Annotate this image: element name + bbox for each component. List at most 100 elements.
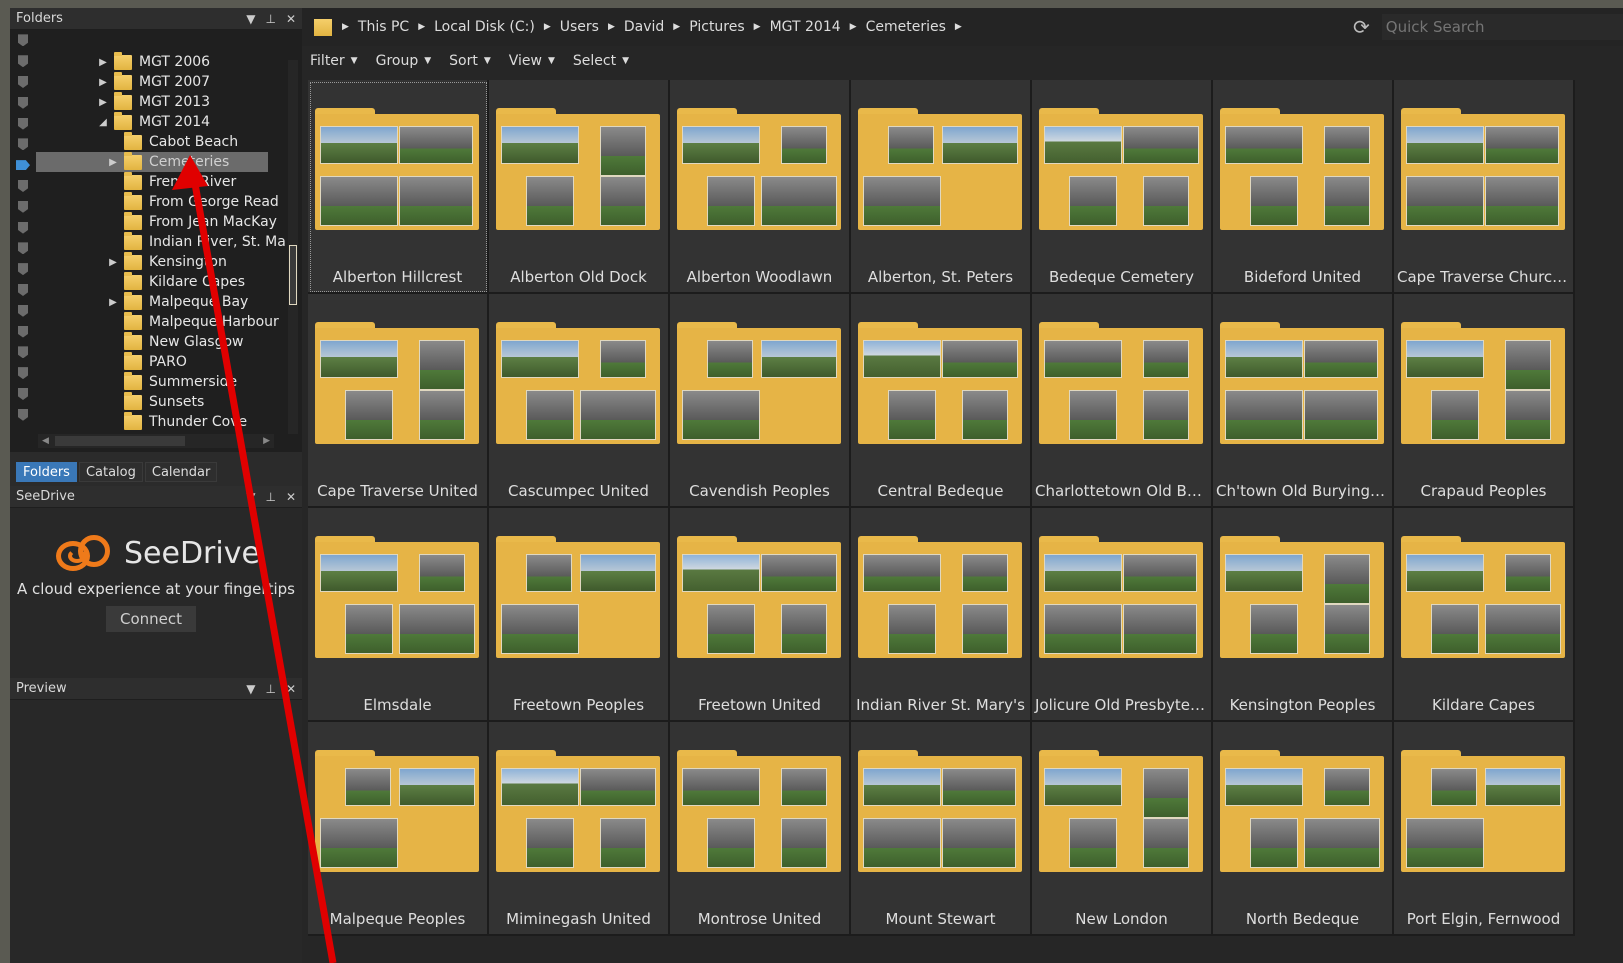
tree-item-mgt-2007[interactable]: ▶ MGT 2007 <box>98 71 210 92</box>
connect-button[interactable]: Connect <box>106 606 196 632</box>
folder-thumbnail[interactable]: Jolicure Old Presbyterian <box>1032 508 1213 722</box>
folder-thumbnail[interactable]: Port Elgin, Fernwood <box>1394 722 1575 936</box>
tag-flag-icon[interactable] <box>10 113 36 134</box>
tree-item-mgt-2014[interactable]: ◢ MGT 2014 <box>98 111 210 132</box>
folder-thumbnail[interactable]: Alberton Old Dock <box>489 80 670 294</box>
expand-arrow-icon[interactable]: ▶ <box>108 297 118 308</box>
tab-folders[interactable]: Folders <box>16 462 77 482</box>
tag-flag-icon[interactable] <box>10 134 36 155</box>
folder-thumbnail[interactable]: North Bedeque <box>1213 722 1394 936</box>
pin-icon[interactable]: ⊥ <box>265 490 275 504</box>
folder-thumbnail[interactable]: Alberton Hillcrest <box>308 80 489 294</box>
tag-flag-icon[interactable] <box>10 280 36 301</box>
filter-button[interactable]: Filter ▼ <box>310 53 358 69</box>
breadcrumb-arrow-icon[interactable]: ▶ <box>342 22 349 32</box>
tree-item-cabot-beach[interactable]: Cabot Beach <box>108 131 238 152</box>
folder-thumbnail[interactable]: Freetown United <box>670 508 851 722</box>
tag-flag-icon[interactable] <box>10 384 36 405</box>
tag-flag-icon[interactable] <box>10 176 36 197</box>
expand-arrow-icon[interactable]: ▶ <box>108 157 118 168</box>
breadcrumb-arrow-icon[interactable]: ▶ <box>544 22 551 32</box>
tree-item-new-glasgow[interactable]: New Glasgow <box>108 331 244 352</box>
tree-item-french-river[interactable]: French River <box>108 171 236 192</box>
tag-flag-icon[interactable] <box>10 92 36 113</box>
scroll-left-icon[interactable]: ◀ <box>42 436 49 446</box>
folder-thumbnail[interactable]: Ch'town Old Burying Gro... <box>1213 294 1394 508</box>
panel-menu-icon[interactable]: ▼ <box>246 12 255 26</box>
folder-thumbnail[interactable]: Alberton Woodlawn <box>670 80 851 294</box>
sort-button[interactable]: Sort ▼ <box>449 53 491 69</box>
tag-flag-icon[interactable] <box>10 238 36 259</box>
folder-thumbnail[interactable]: Kildare Capes <box>1394 508 1575 722</box>
tree-item-thunder-cove[interactable]: Thunder Cove <box>108 411 247 432</box>
close-icon[interactable]: ✕ <box>286 490 296 504</box>
tag-flag-icon[interactable] <box>10 300 36 321</box>
tree-item-mgt-2013[interactable]: ▶ MGT 2013 <box>98 91 210 112</box>
tree-item-from-jean-mackay[interactable]: From Jean MacKay <box>108 211 277 232</box>
collapse-arrow-icon[interactable]: ◢ <box>98 117 108 128</box>
breadcrumb-cemeteries[interactable]: Cemeteries <box>866 19 946 35</box>
tag-flag-icon[interactable] <box>10 30 36 51</box>
tag-flag-icon[interactable] <box>10 217 36 238</box>
tree-horizontal-scrollbar[interactable]: ◀ ▶ <box>38 434 274 448</box>
tag-flag-icon[interactable] <box>10 342 36 363</box>
folder-thumbnail[interactable]: Charlottetown Old Buryi... <box>1032 294 1213 508</box>
breadcrumb-arrow-icon[interactable]: ▶ <box>850 22 857 32</box>
breadcrumb-arrow-icon[interactable]: ▶ <box>754 22 761 32</box>
folder-thumbnail[interactable]: Cape Traverse United <box>308 294 489 508</box>
breadcrumb-arrow-icon[interactable]: ▶ <box>673 22 680 32</box>
folder-thumbnail[interactable]: Central Bedeque <box>851 294 1032 508</box>
pin-icon[interactable]: ⊥ <box>265 682 275 696</box>
folder-thumbnail[interactable]: New London <box>1032 722 1213 936</box>
breadcrumb-mgt-2014[interactable]: MGT 2014 <box>770 19 841 35</box>
tag-flag-icon[interactable] <box>10 72 36 93</box>
tree-item-paro[interactable]: PARO <box>108 351 187 372</box>
tag-flag-icon[interactable] <box>10 404 36 425</box>
folder-thumbnail[interactable]: Miminegash United <box>489 722 670 936</box>
pin-icon[interactable]: ⊥ <box>265 12 275 26</box>
folder-thumbnail[interactable]: Freetown Peoples <box>489 508 670 722</box>
tag-flag-icon[interactable] <box>10 196 36 217</box>
scroll-right-icon[interactable]: ▶ <box>263 436 270 446</box>
scrollbar-thumb[interactable] <box>54 436 185 446</box>
tree-item-from-george-read[interactable]: From George Read <box>108 191 279 212</box>
folder-thumbnail[interactable]: Cape Traverse Church of ... <box>1394 80 1575 294</box>
panel-menu-icon[interactable]: ▼ <box>246 490 255 504</box>
tree-item-malpeque-bay[interactable]: ▶ Malpeque Bay <box>108 291 248 312</box>
expand-arrow-icon[interactable]: ▶ <box>98 57 108 68</box>
tag-flag-icon[interactable] <box>10 321 36 342</box>
view-button[interactable]: View ▼ <box>509 53 555 69</box>
folder-thumbnail[interactable]: Mount Stewart <box>851 722 1032 936</box>
tree-item-kensington[interactable]: ▶ Kensington <box>108 251 227 272</box>
close-icon[interactable]: ✕ <box>286 12 296 26</box>
close-icon[interactable]: ✕ <box>286 682 296 696</box>
tab-catalog[interactable]: Catalog <box>78 462 143 482</box>
tree-item-summerside[interactable]: Summerside <box>108 371 237 392</box>
tab-calendar[interactable]: Calendar <box>144 462 218 482</box>
folder-thumbnail[interactable]: Indian River St. Mary's <box>851 508 1032 722</box>
tree-item-kildare-capes[interactable]: Kildare Capes <box>108 271 245 292</box>
tag-flag-icon[interactable] <box>10 363 36 384</box>
breadcrumb-david[interactable]: David <box>624 19 664 35</box>
folder-thumbnail[interactable]: Montrose United <box>670 722 851 936</box>
folder-thumbnail[interactable]: Cascumpec United <box>489 294 670 508</box>
tree-vertical-scrollbar[interactable] <box>288 60 298 434</box>
scrollbar-thumb[interactable] <box>289 245 297 305</box>
group-button[interactable]: Group ▼ <box>376 53 432 69</box>
select-button[interactable]: Select ▼ <box>573 53 629 69</box>
breadcrumb-local-disk[interactable]: Local Disk (C:) <box>434 19 535 35</box>
breadcrumb-arrow-icon[interactable]: ▶ <box>955 22 962 32</box>
folder-thumbnail[interactable]: Bedeque Cemetery <box>1032 80 1213 294</box>
tree-item-malpeque-harbour[interactable]: Malpeque Harbour <box>108 311 279 332</box>
tree-item-cemeteries[interactable]: ▶ Cemeteries <box>36 151 268 172</box>
breadcrumb-this-pc[interactable]: This PC <box>358 19 409 35</box>
folder-thumbnail[interactable]: Elmsdale <box>308 508 489 722</box>
tree-item-mgt-2006[interactable]: ▶ MGT 2006 <box>98 51 210 72</box>
quick-search-input[interactable] <box>1381 14 1623 40</box>
breadcrumb-arrow-icon[interactable]: ▶ <box>608 22 615 32</box>
tag-flag-active-icon[interactable] <box>10 155 36 176</box>
expand-arrow-icon[interactable]: ▶ <box>108 257 118 268</box>
folder-icon[interactable] <box>314 18 332 36</box>
expand-arrow-icon[interactable]: ▶ <box>98 97 108 108</box>
folder-thumbnail[interactable]: Alberton, St. Peters <box>851 80 1032 294</box>
